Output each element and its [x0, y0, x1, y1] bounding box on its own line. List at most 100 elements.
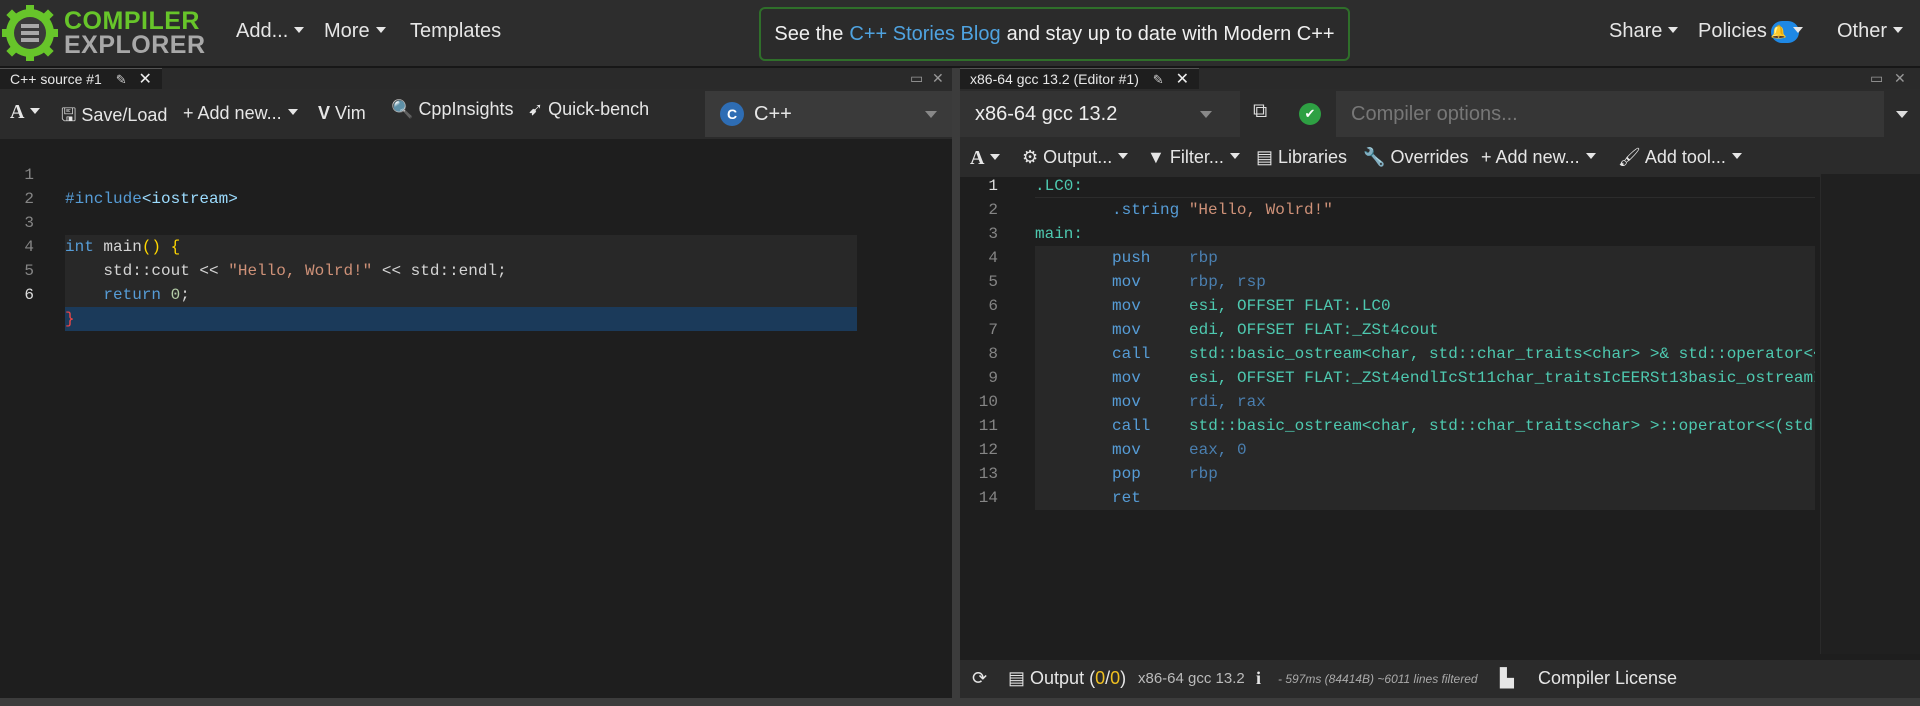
- popout-icon[interactable]: ⧉: [1253, 100, 1267, 123]
- close-icon[interactable]: ✕: [1176, 71, 1189, 88]
- add-tool-button[interactable]: 🖌 Add tool...: [1618, 147, 1742, 168]
- compiler-explorer-logo[interactable]: COMPILER EXPLORER: [2, 4, 205, 62]
- nav-add-menu[interactable]: Add...: [236, 20, 304, 43]
- compiler-select-row: x86-64 gcc 13.2 ⧉ ✔ Compiler options...: [960, 89, 1920, 139]
- asm-args: rbp, rsp: [1189, 273, 1266, 291]
- asm-op: call: [1112, 417, 1151, 435]
- assembly-minimap[interactable]: [1820, 174, 1920, 654]
- bell-icon: 🔔: [1770, 20, 1799, 43]
- output-status-label: Output (: [1030, 668, 1096, 688]
- asm-label: main:: [1035, 225, 1084, 243]
- source-toolbar: A 🖫 Save/Load + Add new... V Vim 🔍 CppIn…: [0, 89, 952, 139]
- overrides-button[interactable]: 🔧 Overrides: [1363, 147, 1468, 168]
- chevron-down-icon: [1200, 111, 1212, 118]
- compiler-license-link[interactable]: Compiler License: [1538, 668, 1677, 689]
- close-icon[interactable]: ✕: [139, 71, 152, 88]
- save-load-button[interactable]: 🖫 Save/Load: [61, 103, 167, 133]
- runner-icon: ➹: [528, 99, 544, 119]
- compiler-tab[interactable]: x86-64 gcc 13.2 (Editor #1) ✎ ✕: [960, 68, 1199, 89]
- nav-share-menu[interactable]: Share: [1609, 20, 1678, 43]
- cppinsights-label: CppInsights: [418, 99, 514, 119]
- asm-line: 12 mov eax, 0: [960, 438, 1920, 462]
- bar-chart-icon[interactable]: ▙: [1500, 668, 1514, 689]
- line-number: 4: [988, 249, 998, 267]
- asm-args: esi, OFFSET FLAT:_ZSt4endlIcSt11char_tra…: [1189, 369, 1815, 387]
- add-new-button[interactable]: + Add new...: [183, 103, 298, 124]
- font-size-button[interactable]: A: [10, 101, 40, 124]
- pane-splitter[interactable]: [952, 68, 960, 706]
- asm-line: 5 mov rbp, rsp: [960, 270, 1920, 294]
- code-token: 0: [161, 286, 181, 304]
- line-number: 8: [988, 345, 998, 363]
- compiler-options-input[interactable]: Compiler options...: [1336, 91, 1920, 137]
- nav-templates[interactable]: Templates: [410, 20, 501, 43]
- language-select[interactable]: C C++: [705, 91, 952, 137]
- line-number: 11: [978, 417, 998, 435]
- book-icon: ▤: [1256, 147, 1274, 167]
- assembly-output[interactable]: 1 .LC0: 2 .string "Hello, Wolrd!" 3 main: 4…: [960, 174, 1920, 654]
- promo-banner: See the C++ Stories Blog and stay up to …: [759, 7, 1350, 61]
- asm-op: mov: [1112, 393, 1141, 411]
- source-editor[interactable]: 1 #include<iostream> 2 3 int main() { 4 …: [0, 139, 952, 698]
- output-panel-button[interactable]: ▤ Output (0/0): [1008, 668, 1126, 689]
- bottom-strip: [0, 698, 1920, 706]
- nav-policies-menu[interactable]: Policies 🔔: [1698, 20, 1799, 43]
- maximize-icon[interactable]: ▭: [910, 70, 923, 87]
- quickbench-button[interactable]: ➹ Quick-bench: [528, 99, 649, 120]
- asm-line: 11 call std::basic_ostream<char, std::char…: [960, 414, 1815, 438]
- source-tab-row: C++ source #1 ✎ ✕ ▭ ✕: [0, 68, 952, 89]
- tool-icon: 🖌: [1618, 147, 1641, 167]
- cppinsights-button[interactable]: 🔍 CppInsights: [391, 99, 514, 120]
- info-icon[interactable]: i: [1256, 668, 1261, 689]
- line-number: 14: [978, 489, 998, 507]
- check-icon: ✔: [1299, 103, 1321, 125]
- source-tab[interactable]: C++ source #1 ✎ ✕: [0, 68, 162, 89]
- asm-line: 13 pop rbp: [960, 462, 1920, 486]
- filter-button[interactable]: ▼ Filter...: [1147, 147, 1240, 168]
- source-tab-title: C++ source #1: [10, 71, 102, 87]
- recompile-icon[interactable]: ⟳: [972, 668, 987, 689]
- asm-line: 14 ret: [960, 486, 1920, 510]
- asm-op: mov: [1112, 321, 1141, 339]
- maximize-icon[interactable]: ▭: [1870, 70, 1883, 87]
- asm-line: 8 call std::basic_ostream<char, std::char_…: [960, 342, 1815, 366]
- asm-args: rbp: [1189, 249, 1218, 267]
- vim-label: Vim: [335, 103, 366, 123]
- nav-more-menu[interactable]: More: [324, 20, 386, 43]
- output-button[interactable]: ⚙ Output...: [1022, 147, 1128, 168]
- pencil-icon[interactable]: ✎: [1153, 72, 1164, 87]
- banner-link[interactable]: C++ Stories Blog: [849, 23, 1000, 46]
- compiler-select[interactable]: x86-64 gcc 13.2: [960, 91, 1240, 137]
- source-pane: C++ source #1 ✎ ✕ ▭ ✕ A 🖫 Save/Load + Ad…: [0, 68, 952, 698]
- logo-line-2: EXPLORER: [64, 31, 206, 59]
- add-new-label: Add new...: [197, 103, 282, 123]
- pencil-icon[interactable]: ✎: [116, 72, 127, 87]
- asm-line: 9 mov esi, OFFSET FLAT:_ZSt4endlIcSt11char…: [960, 366, 1815, 390]
- output-count-ok: 0: [1095, 668, 1106, 688]
- nav-other-menu[interactable]: Other: [1837, 20, 1903, 43]
- add-new-label: Add new...: [1495, 147, 1580, 167]
- libraries-button[interactable]: ▤ Libraries: [1256, 147, 1347, 168]
- font-size-button[interactable]: A: [970, 147, 1000, 170]
- close-pane-icon[interactable]: ✕: [932, 70, 944, 87]
- code-line: 6 }: [0, 259, 952, 331]
- asm-line: 1 .LC0:: [960, 174, 1920, 198]
- output-icon: ▤: [1008, 668, 1026, 688]
- logo-wordmark: COMPILER EXPLORER: [64, 9, 206, 59]
- vim-button[interactable]: V Vim: [318, 103, 366, 124]
- compiler-toolbar: A ⚙ Output... ▼ Filter... ▤ Libraries 🔧 …: [960, 139, 1920, 177]
- line-number: 13: [978, 465, 998, 483]
- close-pane-icon[interactable]: ✕: [1894, 70, 1906, 87]
- top-navbar: COMPILER EXPLORER Add... More Templates …: [0, 0, 1920, 66]
- language-label: C++: [754, 102, 792, 125]
- vim-icon: V: [318, 103, 331, 123]
- overrides-label: Overrides: [1390, 147, 1469, 167]
- asm-op: ret: [1112, 489, 1141, 507]
- compiler-options-placeholder: Compiler options...: [1351, 103, 1518, 125]
- output-count-err: 0: [1110, 668, 1121, 688]
- add-new-button[interactable]: + Add new...: [1481, 147, 1596, 168]
- asm-op: mov: [1112, 273, 1141, 291]
- cpp-logo-icon: C: [720, 102, 744, 126]
- output-close-paren: ): [1120, 668, 1127, 688]
- options-dropdown-button[interactable]: [1884, 91, 1920, 137]
